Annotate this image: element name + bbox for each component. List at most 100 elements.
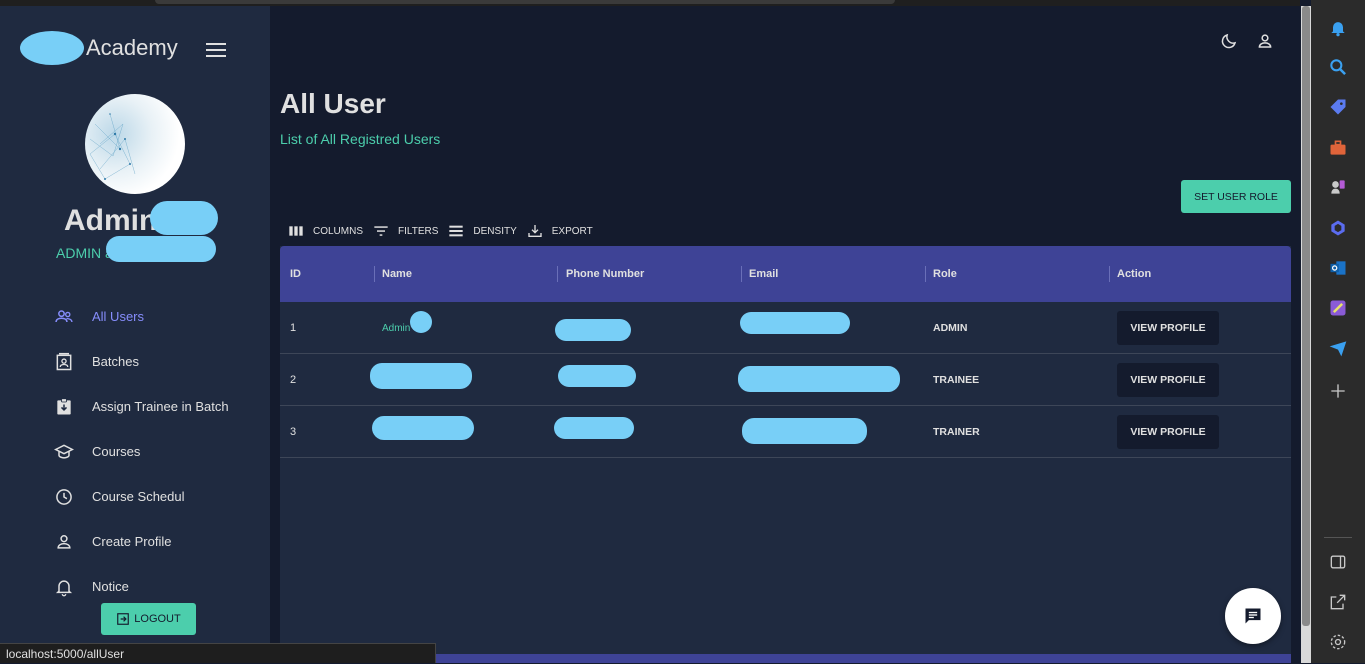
designer-icon[interactable] — [1328, 298, 1348, 318]
sidebar-item-label: Assign Trainee in Batch — [92, 399, 229, 414]
sidebar-item-label: Courses — [92, 444, 141, 459]
sidebar-divider — [1324, 537, 1352, 538]
profile-role: ADMIN a — [56, 245, 113, 261]
users-table: ID Name Phone Number Email Role Action 1… — [280, 246, 1291, 663]
logout-button[interactable]: LOGOUT — [101, 603, 196, 635]
density-icon — [449, 225, 464, 237]
sidebar-item-label: Course Schedul — [92, 489, 185, 504]
clock-icon — [54, 487, 74, 507]
column-header-action[interactable]: Action — [1117, 246, 1151, 302]
page-scrollbar[interactable] — [1301, 6, 1311, 663]
table-header: ID Name Phone Number Email Role Action — [280, 246, 1291, 302]
dark-mode-icon[interactable] — [1220, 32, 1238, 50]
address-bar-edge — [155, 0, 895, 4]
copilot-icon[interactable] — [1328, 218, 1348, 238]
hamburger-menu-icon[interactable] — [206, 43, 226, 59]
external-link-icon[interactable] — [1328, 592, 1348, 612]
tools-icon[interactable] — [1328, 138, 1348, 158]
sidebar-item-courses[interactable]: Courses — [0, 429, 270, 474]
filter-icon — [374, 226, 388, 236]
redacted-email — [740, 312, 850, 334]
sidebar-item-create-profile[interactable]: Create Profile — [0, 519, 270, 564]
view-profile-button[interactable]: VIEW PROFILE — [1117, 415, 1219, 449]
games-icon[interactable] — [1328, 177, 1348, 197]
filters-button[interactable]: FILTERS — [373, 223, 438, 239]
redacted-email — [738, 366, 900, 392]
table-row[interactable]: 2 TRAINEE VIEW PROFILE — [280, 354, 1291, 406]
person-icon — [54, 532, 74, 552]
column-header-id[interactable]: ID — [290, 246, 301, 302]
logout-label: LOGOUT — [134, 613, 181, 625]
topbar-actions — [1220, 32, 1274, 50]
cell-role: TRAINEE — [933, 374, 980, 386]
column-separator[interactable] — [557, 266, 558, 282]
column-separator[interactable] — [1109, 266, 1110, 282]
scrollbar-thumb[interactable] — [1302, 6, 1310, 626]
sidebar-item-label: All Users — [92, 309, 145, 324]
cell-id: 3 — [290, 426, 297, 438]
settings-gear-icon[interactable] — [1328, 632, 1348, 652]
column-header-phone[interactable]: Phone Number — [566, 246, 644, 302]
browser-sidebar — [1311, 0, 1365, 663]
redacted-name-block — [150, 201, 218, 235]
contacts-icon — [54, 352, 74, 372]
sidebar-item-label: Create Profile — [92, 534, 172, 549]
sidebar-nav: All Users Batches Assign Trainee in Batc… — [0, 294, 270, 609]
redacted-phone — [554, 417, 634, 439]
search-icon[interactable] — [1328, 57, 1348, 77]
redacted-logo — [20, 31, 84, 65]
cell-id: 1 — [290, 322, 297, 334]
status-url: localhost:5000/allUser — [0, 643, 436, 663]
sidebar-item-course-schedul[interactable]: Course Schedul — [0, 474, 270, 519]
sidebar-item-label: Batches — [92, 354, 139, 369]
table-row[interactable]: 3 TRAINER VIEW PROFILE — [280, 406, 1291, 458]
people-icon — [54, 307, 74, 327]
logout-icon — [117, 613, 130, 625]
set-user-role-button[interactable]: SET USER ROLE — [1181, 180, 1291, 213]
brand: Academy — [20, 28, 178, 68]
sidebar: Academy Admin ADMIN a All Users Batches … — [0, 6, 270, 663]
notification-bell-icon[interactable] — [1328, 18, 1348, 38]
sidebar-item-all-users[interactable]: All Users — [0, 294, 270, 339]
view-profile-button[interactable]: VIEW PROFILE — [1117, 311, 1219, 345]
density-button[interactable]: DENSITY — [448, 223, 517, 239]
cell-role: TRAINER — [933, 426, 980, 438]
filters-label: FILTERS — [398, 225, 439, 237]
column-header-name[interactable]: Name — [382, 246, 412, 302]
columns-label: COLUMNS — [313, 225, 364, 237]
table-row[interactable]: 1 Admin ADMIN VIEW PROFILE — [280, 302, 1291, 354]
redacted-name — [410, 311, 432, 333]
grid-toolbar: COLUMNS FILTERS DENSITY EXPORT — [288, 223, 603, 239]
redacted-email — [742, 418, 867, 444]
assignment-icon — [54, 397, 74, 417]
cell-name: Admin — [382, 322, 411, 334]
outlook-icon[interactable] — [1328, 258, 1348, 278]
redacted-phone — [558, 365, 636, 387]
sidebar-item-assign-trainee[interactable]: Assign Trainee in Batch — [0, 384, 270, 429]
export-label: EXPORT — [551, 225, 593, 237]
add-icon[interactable] — [1328, 381, 1348, 401]
sidebar-item-batches[interactable]: Batches — [0, 339, 270, 384]
send-icon[interactable] — [1328, 338, 1348, 358]
column-header-email[interactable]: Email — [749, 246, 778, 302]
view-profile-button[interactable]: VIEW PROFILE — [1117, 363, 1219, 397]
sidebar-toggle-icon[interactable] — [1328, 552, 1348, 572]
shopping-tag-icon[interactable] — [1328, 97, 1348, 117]
sidebar-item-label: Notice — [92, 579, 129, 594]
redacted-phone — [555, 319, 631, 341]
columns-button[interactable]: COLUMNS — [288, 223, 363, 239]
export-button[interactable]: EXPORT — [527, 223, 593, 239]
cell-role: ADMIN — [933, 322, 968, 334]
density-label: DENSITY — [473, 225, 517, 237]
column-separator[interactable] — [374, 266, 375, 282]
column-separator[interactable] — [741, 266, 742, 282]
column-header-role[interactable]: Role — [933, 246, 957, 302]
chat-button[interactable] — [1225, 588, 1281, 644]
brand-text: Academy — [86, 35, 178, 60]
profile-name: Admin — [64, 204, 158, 237]
cell-id: 2 — [290, 374, 297, 386]
redacted-name — [370, 363, 472, 389]
user-profile-icon[interactable] — [1256, 32, 1274, 50]
columns-icon — [289, 226, 303, 236]
column-separator[interactable] — [925, 266, 926, 282]
